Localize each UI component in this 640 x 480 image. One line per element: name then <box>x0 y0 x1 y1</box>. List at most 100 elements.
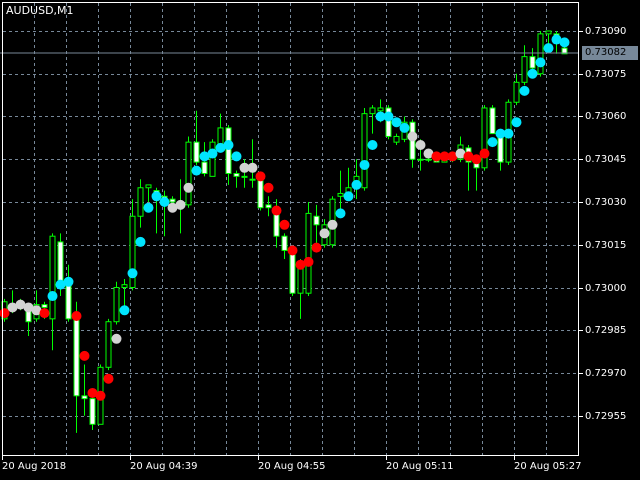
indicator-dot-cyan <box>191 165 202 176</box>
candle-bull <box>209 141 216 177</box>
indicator-dot-red <box>303 256 314 267</box>
indicator-dot-cyan <box>511 117 522 128</box>
indicator-dot-cyan <box>487 137 498 148</box>
candle-bear <box>41 304 48 308</box>
price-tick-label: 0.73030 <box>585 196 627 208</box>
price-tick-label: 0.73060 <box>585 110 627 122</box>
price-tick-label: 0.73090 <box>585 25 627 37</box>
candle-bull <box>393 135 400 143</box>
indicator-dot-cyan <box>351 179 362 190</box>
indicator-dot-silver <box>327 219 338 230</box>
candle-bull <box>113 287 120 323</box>
chart-window[interactable]: AUDUSD,M1 0.73090 0.73075 0.73060 0.73045 0.… <box>0 0 640 480</box>
candle-bull <box>377 107 384 112</box>
time-tick-label: 20 Aug 05:27 <box>514 461 582 472</box>
candle-bull <box>49 235 56 320</box>
indicator-dot-silver <box>415 140 426 150</box>
candle-bear <box>201 161 208 175</box>
candle-bear <box>89 398 96 425</box>
indicator-dot-cyan <box>63 276 74 287</box>
indicator-dot-cyan <box>543 43 554 54</box>
indicator-dot-cyan <box>223 140 234 150</box>
indicator-dot-silver <box>111 333 122 344</box>
price-tick-label: 0.73000 <box>585 282 627 294</box>
current-price-label: 0.73082 <box>582 46 638 60</box>
price-tick-label: 0.72955 <box>585 410 627 422</box>
candle-bear <box>65 284 72 320</box>
indicator-dot-red <box>71 311 82 321</box>
candle-bear <box>81 395 88 400</box>
candle-bull <box>369 107 376 115</box>
candle-bull <box>481 107 488 169</box>
indicator-dot-cyan <box>151 191 162 202</box>
candle-bear <box>233 173 240 177</box>
price-tick-label: 0.72970 <box>585 367 627 379</box>
candle-bear <box>265 204 272 209</box>
indicator-dot-cyan <box>231 151 242 162</box>
price-tick-label: 0.73015 <box>585 239 627 251</box>
indicator-dot-cyan <box>527 68 538 79</box>
time-tick-label: 20 Aug 2018 <box>2 461 67 472</box>
indicator-dot-red <box>263 182 274 193</box>
candle-bull <box>305 212 312 294</box>
candle-bull <box>249 178 256 181</box>
indicator-dot-cyan <box>335 208 346 219</box>
candle-bear <box>225 127 232 174</box>
candle-bull <box>361 113 368 189</box>
indicator-dot-cyan <box>159 197 170 207</box>
indicator-dot-cyan <box>343 191 354 202</box>
candle-bull <box>185 141 192 206</box>
indicator-dot-cyan <box>367 140 378 150</box>
candle-bull <box>337 192 344 197</box>
indicator-dot-cyan <box>135 236 146 247</box>
candle-bull <box>241 175 248 178</box>
candle-bull <box>513 81 520 103</box>
indicator-dot-cyan <box>399 122 410 133</box>
candle-bull <box>521 56 528 83</box>
candle-bear <box>529 56 536 69</box>
indicator-dot-cyan <box>391 117 402 128</box>
candle-bear <box>489 107 496 135</box>
indicator-dot-red <box>79 350 90 361</box>
indicator-dot-silver <box>175 199 186 210</box>
candle-bull <box>137 187 144 217</box>
candle-bear <box>73 315 80 397</box>
indicator-dot-red <box>255 171 266 182</box>
candle-bear <box>281 235 288 251</box>
indicator-dot-red <box>279 219 290 230</box>
price-tick-label: 0.73075 <box>585 68 627 80</box>
chart-title: AUDUSD,M1 <box>6 4 74 17</box>
candlestick-chart[interactable] <box>0 0 640 480</box>
candle-bull <box>105 321 112 368</box>
indicator-dots <box>0 34 570 401</box>
time-tick-label: 20 Aug 04:39 <box>130 461 198 472</box>
time-tick-label: 20 Aug 04:55 <box>258 461 326 472</box>
indicator-dot-cyan <box>119 305 130 316</box>
candle-bull <box>545 30 552 35</box>
indicator-dot-cyan <box>127 268 138 279</box>
candle-bull <box>145 184 152 189</box>
indicator-dot-red <box>95 390 106 401</box>
candle-bull <box>121 284 128 288</box>
candle-bull <box>425 158 432 161</box>
indicator-dot-cyan <box>519 85 530 96</box>
indicator-dot-red <box>471 154 482 165</box>
candle-bear <box>273 212 280 237</box>
indicator-dot-red <box>39 308 50 319</box>
indicator-dot-red <box>287 245 298 256</box>
grid <box>3 3 578 455</box>
candle-bear <box>57 241 64 286</box>
indicator-dot-cyan <box>503 128 514 139</box>
price-tick-label: 0.73045 <box>585 153 627 165</box>
indicator-dot-red <box>479 148 490 159</box>
indicator-dot-red <box>311 242 322 253</box>
price-tick-label: 0.72985 <box>585 324 627 336</box>
candle-bull <box>417 158 424 161</box>
indicator-dot-cyan <box>383 111 394 122</box>
indicator-dot-red <box>103 373 114 384</box>
indicator-dot-cyan <box>359 159 370 170</box>
indicator-dot-cyan <box>47 291 58 302</box>
candle-bear <box>289 252 296 294</box>
candle-bull <box>537 33 544 75</box>
indicator-dot-silver <box>319 228 330 239</box>
